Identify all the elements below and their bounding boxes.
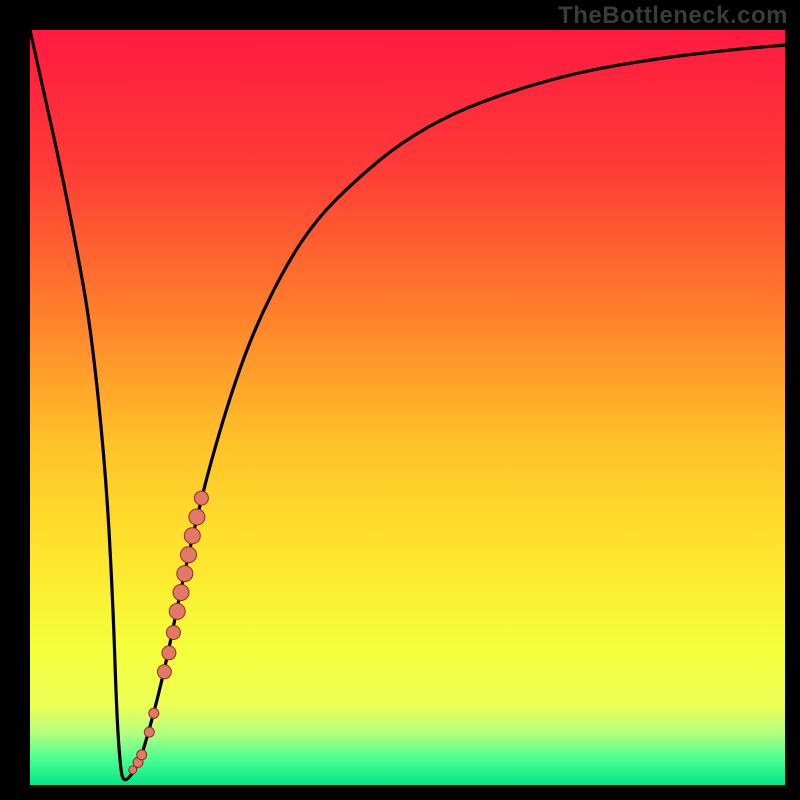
scatter-dot xyxy=(184,528,200,544)
bottleneck-chart xyxy=(0,0,800,800)
scatter-dot xyxy=(173,585,189,601)
watermark-label: TheBottleneck.com xyxy=(558,2,788,30)
plot-background xyxy=(30,30,785,785)
scatter-dot xyxy=(166,626,180,640)
chart-frame: TheBottleneck.com xyxy=(0,0,800,800)
scatter-dot xyxy=(177,566,193,582)
scatter-dot xyxy=(189,509,205,525)
scatter-dot xyxy=(144,727,154,737)
scatter-dot xyxy=(194,491,208,505)
scatter-dot xyxy=(162,646,176,660)
scatter-dot xyxy=(137,750,147,760)
scatter-dot xyxy=(169,603,185,619)
scatter-dot xyxy=(149,708,159,718)
scatter-dot xyxy=(157,665,171,679)
scatter-dot xyxy=(181,547,197,563)
